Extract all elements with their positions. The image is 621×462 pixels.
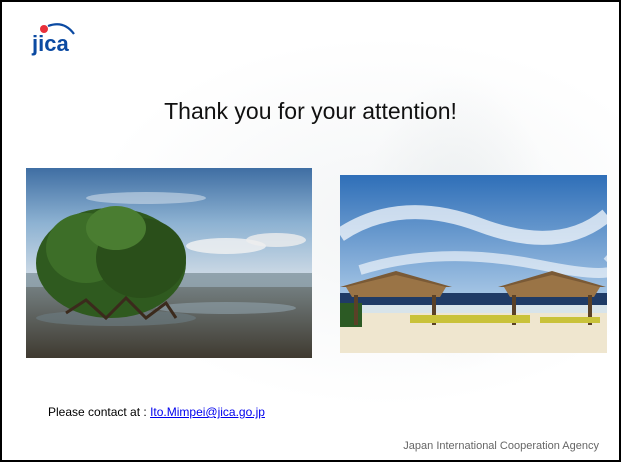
beach-huts-photo <box>340 175 607 353</box>
mangrove-photo <box>26 168 312 358</box>
contact-label: Please contact at : <box>48 405 151 419</box>
contact-line: Please contact at : Ito.Mimpei@jica.go.j… <box>48 405 265 419</box>
svg-text:jica: jica <box>31 31 69 56</box>
slide-title: Thank you for your attention! <box>164 98 457 124</box>
jica-logo: jica <box>30 22 100 56</box>
slide: jica Thank you for your attention! Pleas… <box>0 0 621 462</box>
footer-organization: Japan International Cooperation Agency <box>403 440 599 452</box>
contact-email-link[interactable]: Ito.Mimpei@jica.go.jp <box>150 405 265 419</box>
